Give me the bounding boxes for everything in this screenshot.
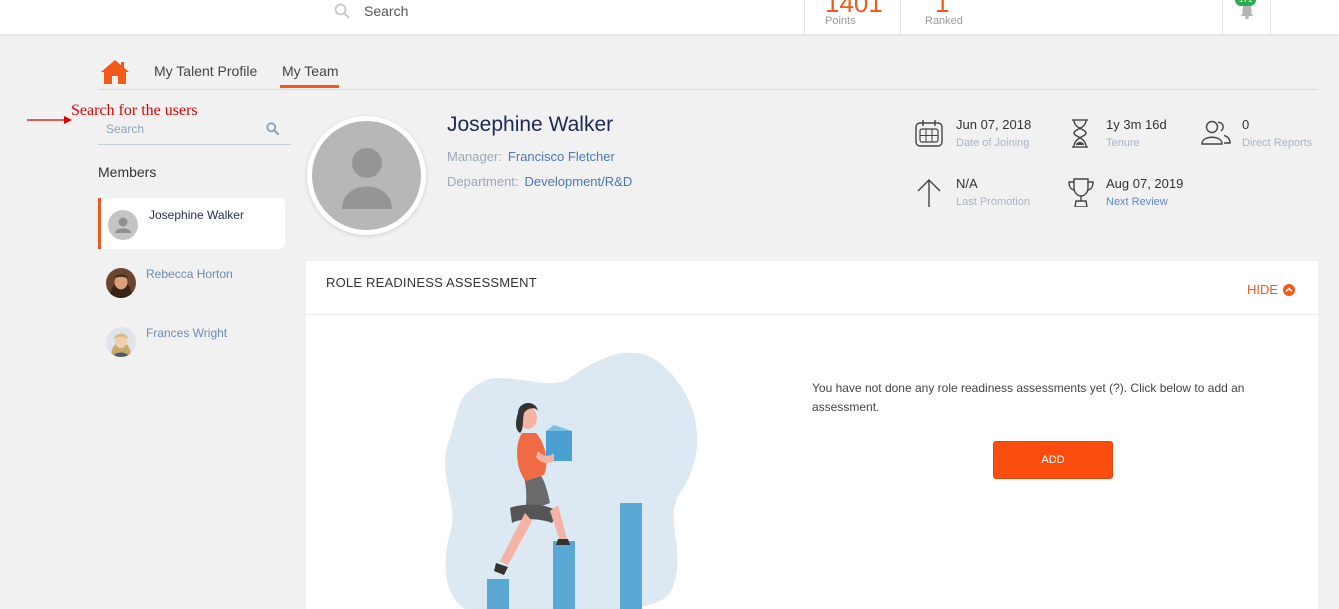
member-item-josephine-walker[interactable]: Josephine Walker: [98, 198, 285, 249]
ranked-label: Ranked: [925, 15, 963, 27]
department-link[interactable]: Development/R&D: [525, 174, 633, 189]
user-photo-icon: [106, 327, 136, 357]
avatar: [108, 210, 138, 240]
notification-badge: 171: [1235, 0, 1257, 6]
hide-label: HIDE: [1247, 282, 1279, 297]
hide-toggle-button[interactable]: HIDE: [1247, 282, 1296, 297]
user-placeholder-icon: [342, 148, 392, 209]
arrow-up-icon: [917, 179, 941, 207]
member-name: Josephine Walker: [149, 208, 244, 222]
points-label: Points: [825, 15, 856, 27]
review-value: Aug 07, 2019: [1106, 176, 1184, 191]
main-tabs: My Talent Profile My Team: [98, 56, 1318, 90]
chevron-up-icon: [1283, 283, 1296, 296]
member-search-input[interactable]: Search: [98, 117, 291, 145]
manager-label: Manager:: [447, 149, 502, 164]
search-icon[interactable]: [266, 122, 279, 135]
member-name: Rebecca Horton: [146, 267, 233, 281]
tenure-label: Tenure: [1106, 137, 1140, 149]
joining-value: Jun 07, 2018: [956, 117, 1032, 132]
reports-label: Direct Reports: [1242, 137, 1313, 149]
member-item-frances-wright[interactable]: Frances Wright: [98, 315, 285, 366]
global-search[interactable]: Search: [334, 3, 408, 19]
ranked-stat[interactable]: 1 Ranked: [900, 0, 1000, 35]
tenure-value: 1y 3m 16d: [1106, 117, 1167, 132]
profile-name: Josephine Walker: [447, 113, 614, 136]
member-search-placeholder[interactable]: Search: [106, 122, 144, 136]
reports-value: 0: [1242, 117, 1250, 132]
search-icon: [334, 3, 350, 19]
avatar: [106, 327, 136, 357]
tab-my-team[interactable]: My Team: [282, 63, 339, 79]
promotion-label: Last Promotion: [956, 196, 1030, 208]
card-divider: [306, 314, 1318, 315]
member-item-rebecca-horton[interactable]: Rebecca Horton: [98, 256, 285, 307]
profile-manager: Manager: Francisco Fletcher: [447, 149, 615, 164]
manager-link[interactable]: Francisco Fletcher: [508, 149, 615, 164]
trophy-icon: [1068, 178, 1094, 207]
global-search-placeholder[interactable]: Search: [364, 3, 408, 19]
review-link[interactable]: Next Review: [1106, 196, 1168, 208]
add-assessment-button[interactable]: ADD: [993, 441, 1113, 479]
members-heading: Members: [98, 164, 157, 180]
empty-state-message: You have not done any role readiness ass…: [812, 381, 1245, 414]
tab-my-talent-profile[interactable]: My Talent Profile: [154, 63, 257, 79]
calendar-icon: [915, 120, 943, 147]
joining-label: Date of Joining: [956, 137, 1030, 149]
annotation-arrow-icon: [27, 116, 72, 124]
users-icon: [1201, 120, 1231, 145]
hourglass-icon: [1072, 119, 1088, 148]
career-climb-illustration: [445, 353, 698, 609]
user-placeholder-icon: [115, 217, 131, 233]
avatar: [106, 268, 136, 298]
promotion-value: N/A: [956, 176, 978, 191]
member-name: Frances Wright: [146, 326, 228, 340]
user-photo-icon: [106, 268, 136, 298]
notifications-button[interactable]: 171: [1222, 0, 1271, 35]
card-title: ROLE READINESS ASSESSMENT: [326, 275, 537, 290]
department-label: Department:: [447, 174, 519, 189]
active-tab-indicator: [280, 85, 339, 88]
profile-department: Department: Development/R&D: [447, 174, 632, 189]
profile-avatar: [307, 116, 426, 235]
role-readiness-card: ROLE READINESS ASSESSMENT HIDE You have …: [306, 261, 1318, 609]
points-stat[interactable]: 1401 Points: [804, 0, 901, 35]
top-bar: Search 1401 Points 1 Ranked 171: [0, 0, 1339, 35]
home-icon[interactable]: [100, 59, 130, 85]
